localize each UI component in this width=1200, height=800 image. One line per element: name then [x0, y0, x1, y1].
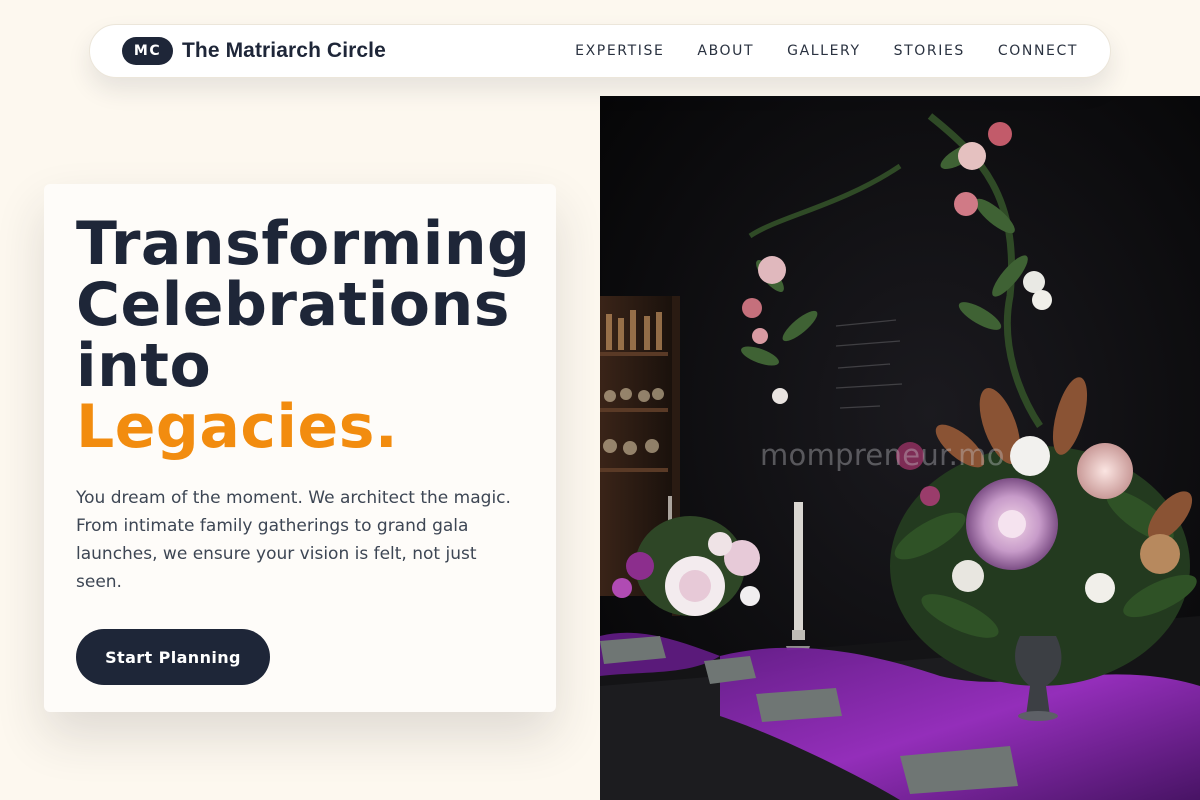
logo-badge[interactable]: MC — [122, 37, 173, 65]
brand[interactable]: MC The Matriarch Circle — [122, 37, 386, 65]
headline-line-1: Transforming — [76, 209, 531, 279]
nav-link-stories[interactable]: STORIES — [894, 43, 965, 59]
image-watermark: mompreneur.mo — [760, 438, 1005, 472]
headline-line-3: into — [76, 331, 212, 401]
nav-link-expertise[interactable]: EXPERTISE — [575, 43, 664, 59]
landing-page: MC The Matriarch Circle EXPERTISE ABOUT … — [0, 0, 1200, 800]
top-navbar: MC The Matriarch Circle EXPERTISE ABOUT … — [89, 24, 1111, 78]
nav-link-connect[interactable]: CONNECT — [998, 43, 1078, 59]
hero-image: mompreneur.mo — [600, 96, 1200, 800]
nav-links: EXPERTISE ABOUT GALLERY STORIES CONNECT — [575, 43, 1078, 59]
hero-description: You dream of the moment. We architect th… — [76, 488, 511, 592]
hero-headline: Transforming Celebrations into Legacies. — [76, 209, 531, 462]
headline-accent: Legacies. — [76, 392, 399, 462]
start-planning-button[interactable]: Start Planning — [76, 629, 270, 685]
brand-name[interactable]: The Matriarch Circle — [182, 39, 386, 63]
nav-link-gallery[interactable]: GALLERY — [787, 43, 860, 59]
hero-card: Transforming Celebrations into Legacies.… — [44, 184, 556, 712]
headline-line-2: Celebrations — [76, 270, 510, 340]
nav-link-about[interactable]: ABOUT — [697, 43, 754, 59]
